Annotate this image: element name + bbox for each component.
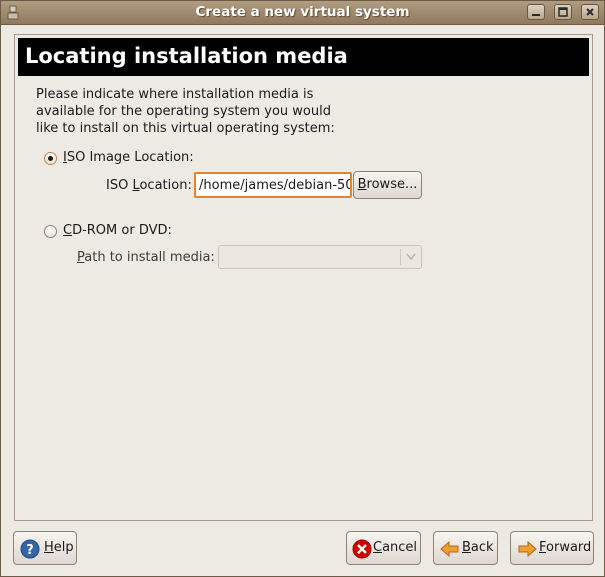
description-line: Please indicate where installation media…	[36, 87, 314, 102]
help-button[interactable]: ? Help	[13, 531, 77, 565]
content-frame: Locating installation media Please indic…	[14, 34, 593, 521]
cancel-button[interactable]: Cancel	[346, 531, 421, 565]
label-text: ocation:	[139, 178, 192, 193]
chevron-down-icon	[406, 253, 416, 261]
iso-location-label: ISO Location:	[106, 178, 192, 193]
mnemonic: C	[373, 540, 383, 555]
label-text: D-ROM or DVD:	[72, 223, 172, 238]
forward-button[interactable]: Forward	[510, 531, 594, 565]
window-title: Create a new virtual system	[195, 4, 410, 20]
maximize-icon	[558, 7, 568, 17]
button-label: Help	[44, 532, 74, 564]
label-text: elp	[53, 540, 74, 555]
cdrom-dvd-radio-label[interactable]: CD-ROM or DVD:	[63, 223, 172, 238]
install-media-combo[interactable]	[218, 245, 422, 269]
button-label: Cancel	[373, 532, 417, 564]
cdrom-dvd-radio[interactable]	[44, 225, 57, 238]
svg-text:?: ?	[26, 543, 34, 558]
title-bar[interactable]: Create a new virtual system	[1, 1, 604, 25]
mnemonic: B	[462, 540, 471, 555]
dialog-window: Create a new virtual system Locating ins…	[0, 0, 605, 577]
close-icon	[586, 8, 594, 16]
radio-selected-dot	[48, 156, 53, 161]
page-title: Locating installation media	[25, 44, 348, 68]
back-arrow-icon	[440, 540, 459, 558]
help-icon: ?	[20, 539, 40, 559]
button-label: Back	[462, 532, 494, 564]
minimize-icon	[532, 14, 540, 16]
cancel-icon	[352, 539, 372, 559]
forward-arrow-icon	[518, 540, 537, 558]
iso-image-radio-label[interactable]: ISO Image Location:	[63, 150, 194, 165]
page-header: Locating installation media	[18, 38, 589, 76]
button-label: Forward	[539, 532, 591, 564]
maximize-button[interactable]	[554, 4, 572, 20]
label-text: ath to install media:	[84, 250, 215, 265]
label-text: ISO	[106, 178, 133, 193]
iso-location-value: /home/james/debian-50	[199, 178, 352, 193]
iso-location-input[interactable]: /home/james/debian-50	[194, 172, 352, 198]
path-to-media-label: Path to install media:	[77, 250, 215, 265]
mnemonic: C	[63, 223, 73, 238]
description-line: like to install on this virtual operatin…	[36, 121, 335, 136]
minimize-button[interactable]	[527, 4, 545, 20]
mnemonic: B	[357, 177, 367, 192]
label-text: ancel	[382, 540, 418, 555]
label-text: SO Image Location:	[66, 150, 194, 165]
button-label: rowse...	[366, 177, 418, 192]
mnemonic: H	[44, 540, 54, 555]
close-button[interactable]	[581, 4, 599, 20]
label-text: orward	[546, 540, 592, 555]
browse-button[interactable]: Browse...	[353, 171, 422, 199]
iso-image-radio[interactable]	[44, 152, 57, 165]
combo-separator	[400, 249, 401, 265]
label-text: ack	[470, 540, 494, 555]
description-line: available for the operating system you w…	[36, 104, 331, 119]
back-button[interactable]: Back	[433, 531, 498, 565]
mnemonic: F	[539, 540, 547, 555]
page-description: Please indicate where installation media…	[36, 86, 356, 137]
